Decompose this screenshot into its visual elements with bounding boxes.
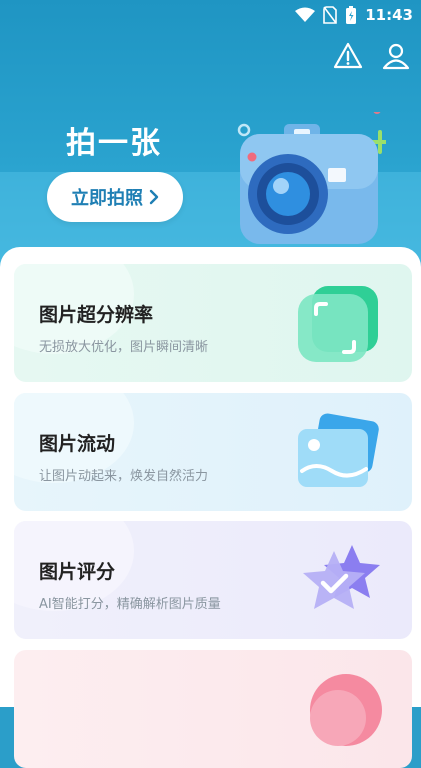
star-check-icon bbox=[303, 545, 380, 609]
take-photo-label: 立即拍照 bbox=[71, 188, 143, 209]
user-profile-icon[interactable] bbox=[381, 41, 411, 71]
feature-card-image-flow[interactable]: 图片流动 让图片动起来，焕发自然活力 bbox=[14, 393, 412, 511]
wifi-icon bbox=[295, 7, 316, 22]
hero-banner: 11:43 拍一张 立即拍照 bbox=[0, 0, 421, 270]
crop-scan-icon bbox=[298, 286, 378, 362]
warning-icon[interactable] bbox=[333, 41, 363, 71]
no-sim-icon bbox=[323, 6, 338, 24]
camera-illustration bbox=[237, 112, 386, 244]
status-bar: 11:43 bbox=[0, 0, 421, 30]
card-subtitle: 无损放大优化，图片瞬间清晰 bbox=[39, 340, 209, 355]
take-photo-button[interactable]: 立即拍照 bbox=[47, 172, 183, 222]
chevron-right-icon bbox=[149, 189, 159, 205]
card-subtitle: 让图片动起来，焕发自然活力 bbox=[39, 469, 209, 484]
hero-title: 拍一张 bbox=[66, 126, 162, 161]
battery-charging-icon bbox=[346, 6, 357, 24]
status-time: 11:43 bbox=[365, 6, 413, 24]
feature-card-partial[interactable] bbox=[14, 650, 412, 768]
image-flow-icon bbox=[298, 413, 379, 487]
card-subtitle: AI智能打分，精确解析图片质量 bbox=[39, 597, 221, 612]
card-title: 图片评分 bbox=[39, 561, 116, 583]
card-title: 图片流动 bbox=[39, 433, 116, 455]
feature-card-image-score[interactable]: 图片评分 AI智能打分，精确解析图片质量 bbox=[14, 521, 412, 639]
feature-card-super-resolution[interactable]: 图片超分辨率 无损放大优化，图片瞬间清晰 bbox=[14, 264, 412, 382]
card-title: 图片超分辨率 bbox=[39, 304, 154, 326]
pink-art-icon bbox=[310, 674, 382, 746]
